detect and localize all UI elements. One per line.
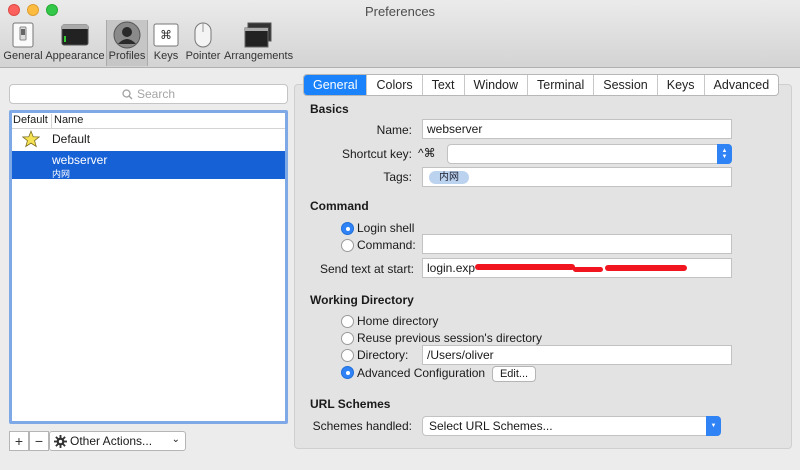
tab-advanced[interactable]: Advanced bbox=[705, 75, 779, 95]
tab-colors[interactable]: Colors bbox=[367, 75, 423, 95]
toolbar-pointer[interactable]: Pointer bbox=[184, 20, 222, 66]
toolbar-label: Appearance bbox=[45, 50, 105, 62]
login-shell-radio[interactable] bbox=[341, 222, 354, 235]
profiles-table[interactable]: Default Name Default webserver 内网 bbox=[9, 110, 288, 424]
tab-text[interactable]: Text bbox=[423, 75, 465, 95]
column-header-default[interactable]: Default bbox=[13, 114, 48, 126]
titlebar: Preferences General Appearance Profiles … bbox=[0, 0, 800, 68]
tab-session[interactable]: Session bbox=[594, 75, 658, 95]
command-field[interactable] bbox=[422, 234, 732, 254]
shortcut-key-label: Shortcut key: bbox=[341, 147, 412, 161]
url-schemes-select[interactable]: Select URL Schemes... ▼ bbox=[422, 416, 721, 436]
settings-tabs: General Colors Text Window Terminal Sess… bbox=[303, 74, 780, 96]
name-label: Name: bbox=[376, 123, 412, 137]
directory-label[interactable]: Directory: bbox=[357, 348, 408, 362]
profile-name-field[interactable]: webserver bbox=[422, 119, 732, 139]
toolbar-keys[interactable]: ⌘ Keys bbox=[150, 20, 182, 66]
tag-token[interactable]: 内网 bbox=[429, 171, 469, 184]
tab-terminal[interactable]: Terminal bbox=[528, 75, 595, 95]
toolbar-appearance[interactable]: Appearance bbox=[45, 20, 105, 66]
home-directory-radio[interactable] bbox=[341, 315, 354, 328]
profiles-table-header: Default Name bbox=[12, 113, 285, 129]
tab-keys[interactable]: Keys bbox=[658, 75, 705, 95]
chevron-down-icon: ⌄ bbox=[171, 434, 180, 445]
advanced-configuration-label[interactable]: Advanced Configuration bbox=[357, 366, 485, 380]
send-text-value: login.exp bbox=[427, 261, 476, 275]
toolbar-label: Keys bbox=[153, 50, 179, 62]
send-text-label: Send text at start: bbox=[319, 262, 414, 276]
column-header-name[interactable]: Name bbox=[51, 114, 83, 128]
person-icon bbox=[112, 21, 142, 48]
windows-icon bbox=[243, 21, 273, 48]
mouse-icon bbox=[188, 21, 218, 48]
schemes-handled-label: Schemes handled: bbox=[312, 419, 412, 433]
preferences-window: Preferences General Appearance Profiles … bbox=[0, 0, 800, 470]
toolbar-label: Pointer bbox=[185, 50, 221, 62]
toolbar-profiles[interactable]: Profiles bbox=[106, 20, 148, 66]
stepper-arrows-icon: ▲ ▼ bbox=[717, 144, 732, 164]
command-key-icon: ⌘ bbox=[151, 21, 181, 48]
svg-text:⌘: ⌘ bbox=[160, 28, 172, 42]
reuse-directory-label[interactable]: Reuse previous session's directory bbox=[357, 331, 542, 345]
home-directory-label[interactable]: Home directory bbox=[357, 314, 438, 328]
edit-advanced-button[interactable]: Edit... bbox=[492, 366, 536, 382]
reuse-directory-radio[interactable] bbox=[341, 332, 354, 345]
toolbar-label: Arrangements bbox=[224, 50, 294, 62]
monitor-icon bbox=[60, 21, 90, 48]
shortcut-key-select[interactable]: ▲ ▼ bbox=[447, 144, 732, 164]
advanced-configuration-radio[interactable] bbox=[341, 366, 354, 379]
redaction-mark bbox=[605, 265, 687, 271]
command-radio[interactable] bbox=[341, 239, 354, 252]
star-icon[interactable] bbox=[21, 130, 41, 151]
toolbar-label: General bbox=[3, 50, 43, 62]
toolbar-label: Profiles bbox=[108, 50, 146, 62]
other-actions-menu[interactable]: Other Actions... ⌄ bbox=[49, 431, 186, 451]
tags-label: Tags: bbox=[383, 170, 412, 184]
profile-search-input[interactable]: Search bbox=[9, 84, 288, 104]
tab-window[interactable]: Window bbox=[465, 75, 529, 95]
section-basics: Basics bbox=[310, 102, 349, 116]
directory-radio[interactable] bbox=[341, 349, 354, 362]
redaction-mark bbox=[475, 264, 575, 270]
profile-name: webserver bbox=[52, 153, 108, 167]
url-schemes-value: Select URL Schemes... bbox=[429, 419, 553, 433]
login-shell-label[interactable]: Login shell bbox=[357, 221, 414, 235]
profile-row-webserver[interactable]: webserver 内网 bbox=[12, 151, 285, 179]
command-label[interactable]: Command: bbox=[357, 238, 416, 252]
toolbar-arrangements[interactable]: Arrangements bbox=[224, 20, 294, 66]
gear-icon bbox=[54, 434, 67, 448]
add-profile-button[interactable]: + bbox=[9, 431, 29, 451]
remove-profile-button[interactable]: − bbox=[29, 431, 49, 451]
tab-general[interactable]: General bbox=[304, 75, 368, 95]
switch-icon bbox=[8, 21, 38, 48]
profile-tag: 内网 bbox=[52, 169, 71, 179]
redaction-mark bbox=[573, 267, 603, 272]
shortcut-modifier: ^⌘ bbox=[418, 146, 436, 160]
window-title: Preferences bbox=[364, 4, 436, 19]
section-url-schemes: URL Schemes bbox=[310, 397, 391, 411]
directory-field[interactable]: /Users/oliver bbox=[422, 345, 732, 365]
search-icon bbox=[122, 88, 133, 99]
chevron-down-icon: ▼ bbox=[706, 416, 721, 436]
other-actions-label: Other Actions... bbox=[70, 434, 153, 448]
section-command: Command bbox=[310, 199, 369, 213]
profile-name: Default bbox=[52, 132, 91, 146]
profile-row-default[interactable]: Default bbox=[12, 129, 285, 149]
toolbar-general[interactable]: General bbox=[2, 20, 44, 66]
section-working-directory: Working Directory bbox=[310, 293, 414, 307]
search-placeholder: Search bbox=[136, 87, 176, 101]
